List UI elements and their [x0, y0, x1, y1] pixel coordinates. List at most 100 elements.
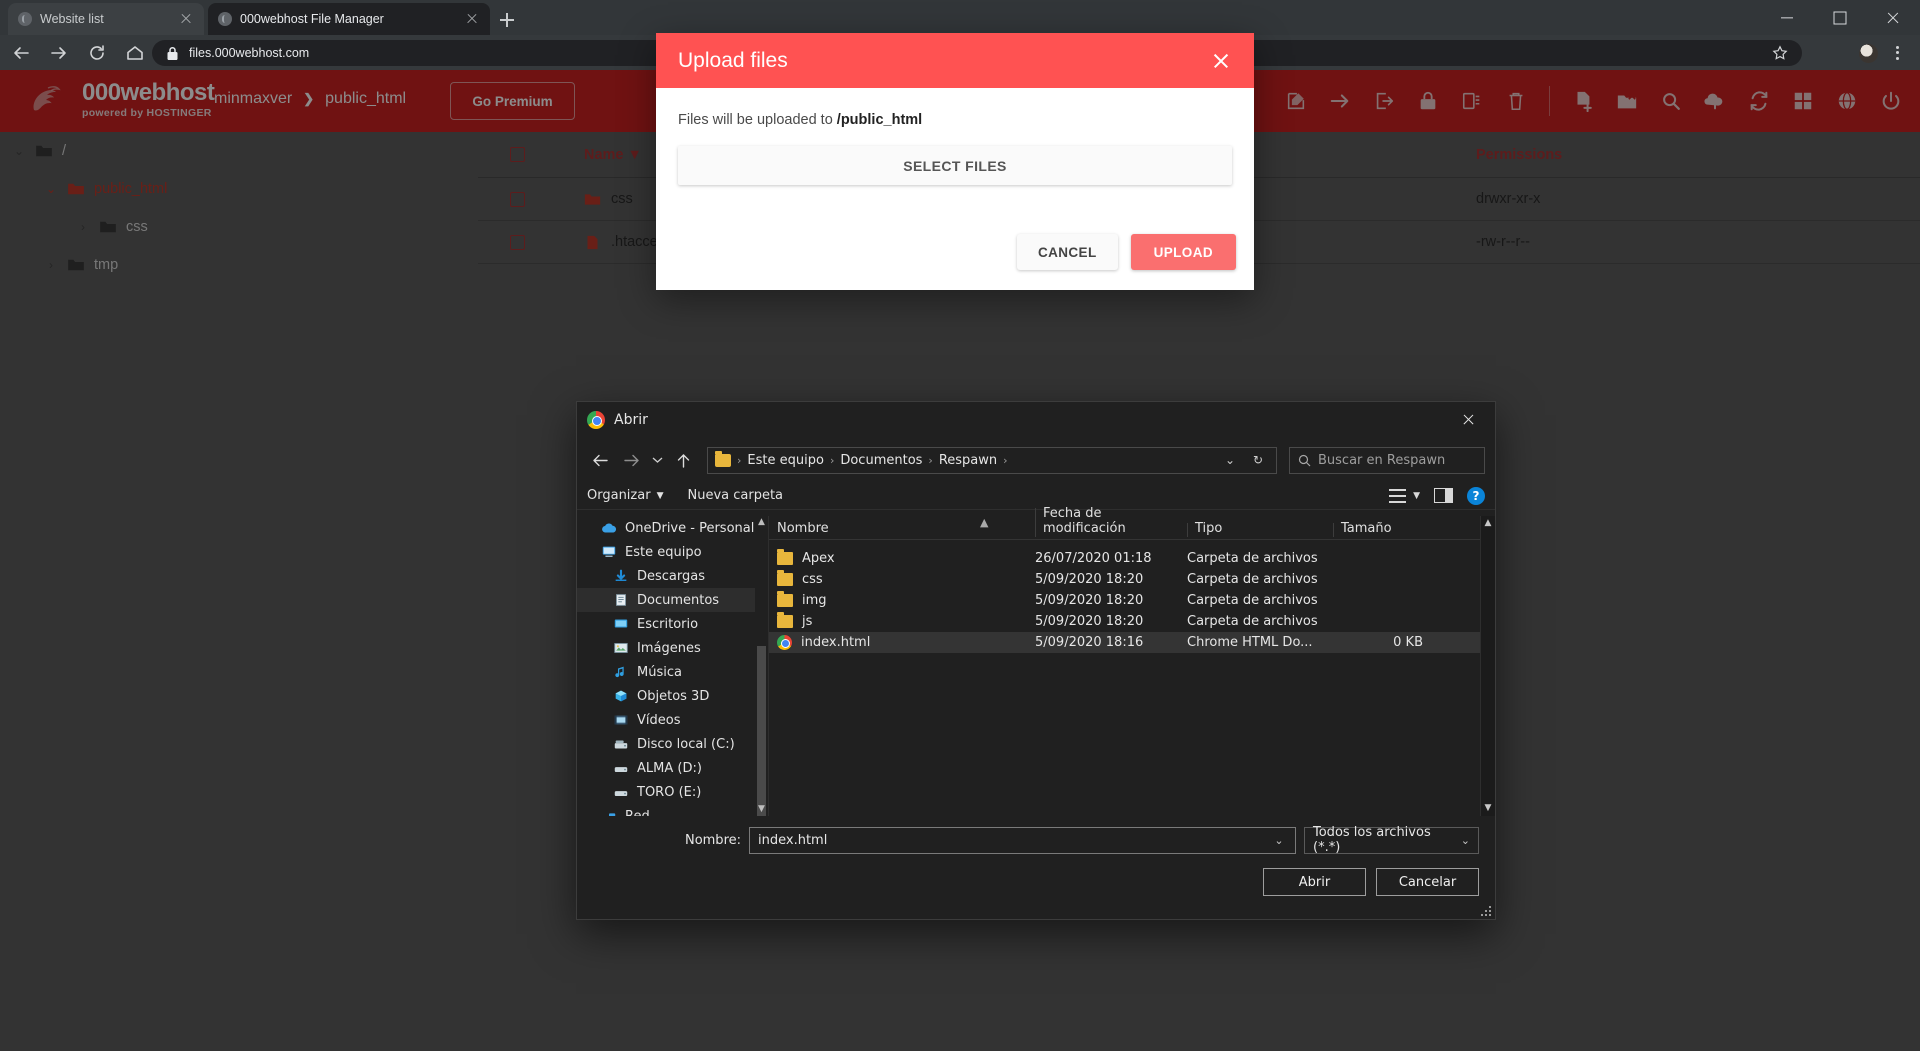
back-icon[interactable]: [4, 36, 38, 70]
search-placeholder: Buscar en Respawn: [1318, 452, 1446, 468]
file-type-filter-select[interactable]: Todos los archivos (*.*) ⌄: [1304, 825, 1479, 855]
window-close-icon[interactable]: [1867, 0, 1920, 35]
browser-menu-icon[interactable]: [1888, 43, 1906, 63]
window-maximize-icon[interactable]: [1813, 0, 1866, 35]
column-header-nombre[interactable]: Nombre: [769, 521, 1035, 539]
download-icon: [615, 569, 627, 581]
dialog-title: Abrir: [614, 412, 648, 428]
bookmark-star-icon[interactable]: [1772, 45, 1788, 61]
tab-close-icon[interactable]: [464, 11, 480, 27]
home-icon[interactable]: [118, 36, 152, 70]
sidebar-item-descargas[interactable]: Descargas: [577, 564, 768, 588]
sidebar-item-escritorio[interactable]: Escritorio: [577, 612, 768, 636]
search-icon: [1298, 454, 1311, 466]
forward-icon[interactable]: [42, 36, 76, 70]
resize-grip-icon[interactable]: [1481, 906, 1491, 916]
organize-menu[interactable]: Organizar ▼: [587, 488, 663, 503]
refresh-icon[interactable]: ↻: [1247, 453, 1269, 467]
back-icon[interactable]: [587, 447, 613, 473]
windows-open-file-dialog: Abrir › Este equipo › Documentos › Respa…: [576, 401, 1496, 920]
breadcrumb-documentos[interactable]: Documentos: [840, 453, 922, 468]
preview-pane-icon[interactable]: [1434, 488, 1453, 503]
file-name-cell: js: [769, 612, 1035, 629]
file-date: 5/09/2020 18:20: [1035, 614, 1144, 629]
filename-input[interactable]: index.html ⌄: [749, 826, 1296, 854]
file-row-js[interactable]: js 5/09/2020 18:20 Carpeta de archivos: [769, 611, 1495, 632]
new-folder-button[interactable]: Nueva carpeta: [687, 488, 783, 503]
browser-tab-website-list[interactable]: Website list: [8, 3, 204, 35]
dialog-close-icon[interactable]: [1451, 405, 1485, 435]
dialog-footer: Nombre: index.html ⌄ Todos los archivos …: [577, 816, 1495, 919]
upload-destination-text: Files will be uploaded to /public_html: [678, 112, 1232, 128]
file-row-index-html[interactable]: index.html 5/09/2020 18:16 Chrome HTML D…: [769, 632, 1495, 653]
address-breadcrumb-bar[interactable]: › Este equipo › Documentos › Respawn › ⌄…: [707, 446, 1277, 474]
sidebar-item-onedrive[interactable]: OneDrive - Personal: [577, 516, 768, 540]
chrome-icon: [587, 411, 605, 429]
cancel-button[interactable]: CANCEL: [1016, 234, 1118, 270]
column-header-tipo[interactable]: Tipo: [1187, 521, 1333, 539]
scroll-down-arrow-icon[interactable]: ▼: [755, 803, 768, 816]
sidebar-item-disco-local-c[interactable]: Disco local (C:): [577, 732, 768, 756]
tab-title: Website list: [40, 12, 104, 26]
forward-icon[interactable]: [618, 447, 644, 473]
sort-ascending-icon: ▲: [980, 516, 989, 529]
sidebar-item-label: Este equipo: [625, 544, 702, 560]
scrollbar-thumb[interactable]: [757, 646, 766, 816]
file-row-img[interactable]: img 5/09/2020 18:20 Carpeta de archivos: [769, 590, 1495, 611]
up-one-level-icon[interactable]: [670, 447, 696, 473]
sidebar-item-documentos[interactable]: Documentos: [577, 588, 768, 612]
sidebar-item-musica[interactable]: Música: [577, 660, 768, 684]
tab-close-icon[interactable]: [178, 11, 194, 27]
file-type: Chrome HTML Do...: [1187, 635, 1313, 650]
sidebar-item-objetos-3d[interactable]: Objetos 3D: [577, 684, 768, 708]
open-button[interactable]: Abrir: [1263, 868, 1366, 896]
sidebar-item-videos[interactable]: Vídeos: [577, 708, 768, 732]
sidebar-item-toro-e[interactable]: TORO (E:): [577, 780, 768, 804]
sidebar-item-label: Documentos: [637, 592, 720, 608]
chevron-down-icon[interactable]: ⌄: [1219, 453, 1241, 467]
reload-icon[interactable]: [80, 36, 114, 70]
sidebar-item-label: Música: [637, 664, 682, 680]
sidebar-item-imagenes[interactable]: Imágenes: [577, 636, 768, 660]
file-row-apex[interactable]: Apex 26/07/2020 01:18 Carpeta de archivo…: [769, 548, 1495, 569]
breadcrumb-separator-icon: ›: [928, 453, 933, 467]
file-row-css[interactable]: css 5/09/2020 18:20 Carpeta de archivos: [769, 569, 1495, 590]
search-input[interactable]: Buscar en Respawn: [1289, 446, 1485, 474]
filename-value: index.html: [758, 832, 828, 848]
scroll-down-arrow-icon[interactable]: ▼: [1481, 801, 1495, 816]
new-tab-button[interactable]: [496, 9, 518, 31]
close-icon[interactable]: [1210, 50, 1232, 72]
chevron-down-icon[interactable]: ⌄: [1271, 834, 1287, 847]
breadcrumb-respawn[interactable]: Respawn: [939, 453, 997, 468]
scroll-up-arrow-icon[interactable]: ▲: [755, 516, 768, 529]
scroll-up-arrow-icon[interactable]: ▲: [1481, 516, 1495, 531]
objects3d-icon: [615, 690, 627, 702]
file-date: 5/09/2020 18:16: [1035, 635, 1144, 650]
computer-icon: [602, 546, 616, 557]
organize-label: Organizar: [587, 488, 651, 503]
sidebar-item-alma-d[interactable]: ALMA (D:): [577, 756, 768, 780]
view-mode-button[interactable]: ▼: [1389, 488, 1420, 503]
sidebar-item-label: Objetos 3D: [637, 688, 710, 704]
recent-locations-chevron-icon[interactable]: [649, 447, 665, 473]
column-header-fecha[interactable]: Fecha de modificación: [1035, 506, 1187, 539]
select-files-button[interactable]: SELECT FILES: [678, 146, 1232, 185]
sidebar-scrollbar[interactable]: ▲ ▼: [755, 516, 768, 816]
harddrive-icon: [614, 740, 628, 749]
file-list-scrollbar[interactable]: ▲ ▼: [1480, 516, 1495, 816]
column-header-tamano[interactable]: Tamaño: [1333, 521, 1433, 539]
window-minimize-icon[interactable]: [1760, 0, 1813, 35]
help-icon[interactable]: ?: [1467, 486, 1485, 505]
file-type: Carpeta de archivos: [1187, 593, 1318, 608]
sidebar-item-red[interactable]: Red: [577, 804, 768, 816]
sidebar-item-este-equipo[interactable]: Este equipo: [577, 540, 768, 564]
pictures-icon: [614, 643, 628, 653]
browser-tab-file-manager[interactable]: 000webhost File Manager: [208, 3, 490, 35]
breadcrumb-separator-icon: ›: [737, 453, 742, 467]
cloud-icon: [602, 523, 617, 533]
cancel-button[interactable]: Cancelar: [1376, 868, 1479, 896]
upload-button[interactable]: UPLOAD: [1130, 234, 1236, 270]
breadcrumb-este-equipo[interactable]: Este equipo: [747, 453, 824, 468]
profile-avatar[interactable]: [1859, 44, 1878, 63]
file-name-cell: index.html: [769, 635, 1035, 650]
